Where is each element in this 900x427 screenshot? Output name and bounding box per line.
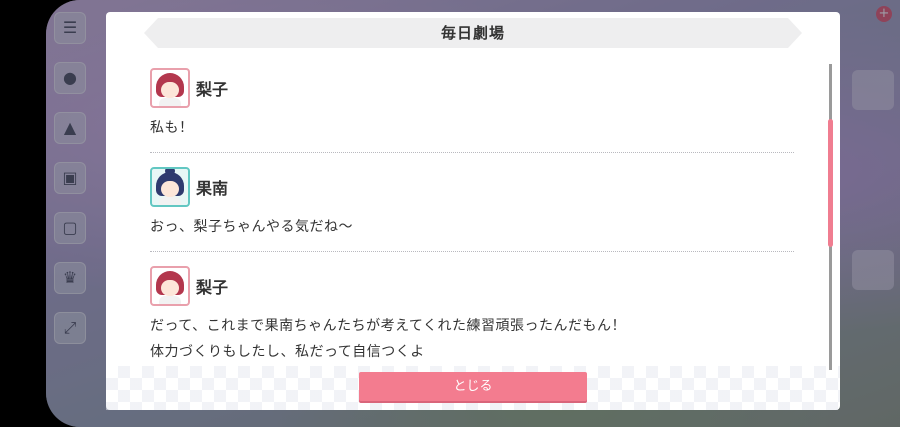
dialogue-entry: 梨子 私も！ (150, 66, 794, 138)
theater-dialog: 毎日劇場 梨子 私も！ 果南 おっ、梨子ちゃんやる気だね〜 梨子 だって、これま… (106, 12, 840, 410)
speaker-name: 果南 (196, 179, 229, 198)
dialogue-line: 体力づくりもしたし、私だって自信つくよ (150, 344, 425, 360)
kanan-avatar (150, 167, 190, 207)
divider (150, 251, 794, 252)
riko-avatar (150, 68, 190, 108)
close-button[interactable]: とじる (359, 372, 587, 401)
divider (150, 152, 794, 153)
dialogue-entry: 梨子 だって、これまで果南ちゃんたちが考えてくれた練習頑張ったんだもん！ 体力づ… (150, 264, 794, 362)
dialog-title: 毎日劇場 (144, 18, 802, 48)
dialogue-entry: 果南 おっ、梨子ちゃんやる気だね〜 (150, 165, 794, 237)
riko-avatar (150, 266, 190, 306)
dialogue-line: 私も！ (150, 120, 194, 136)
scrollbar-thumb[interactable] (828, 119, 833, 247)
speaker-name: 梨子 (196, 278, 229, 297)
dialogue-log[interactable]: 梨子 私も！ 果南 おっ、梨子ちゃんやる気だね〜 梨子 だって、これまで果南ちゃ… (150, 66, 794, 362)
dialogue-line: おっ、梨子ちゃんやる気だね〜 (150, 219, 353, 235)
dialogue-line: だって、これまで果南ちゃんたちが考えてくれた練習頑張ったんだもん！ (150, 318, 626, 334)
speaker-name: 梨子 (196, 80, 229, 99)
